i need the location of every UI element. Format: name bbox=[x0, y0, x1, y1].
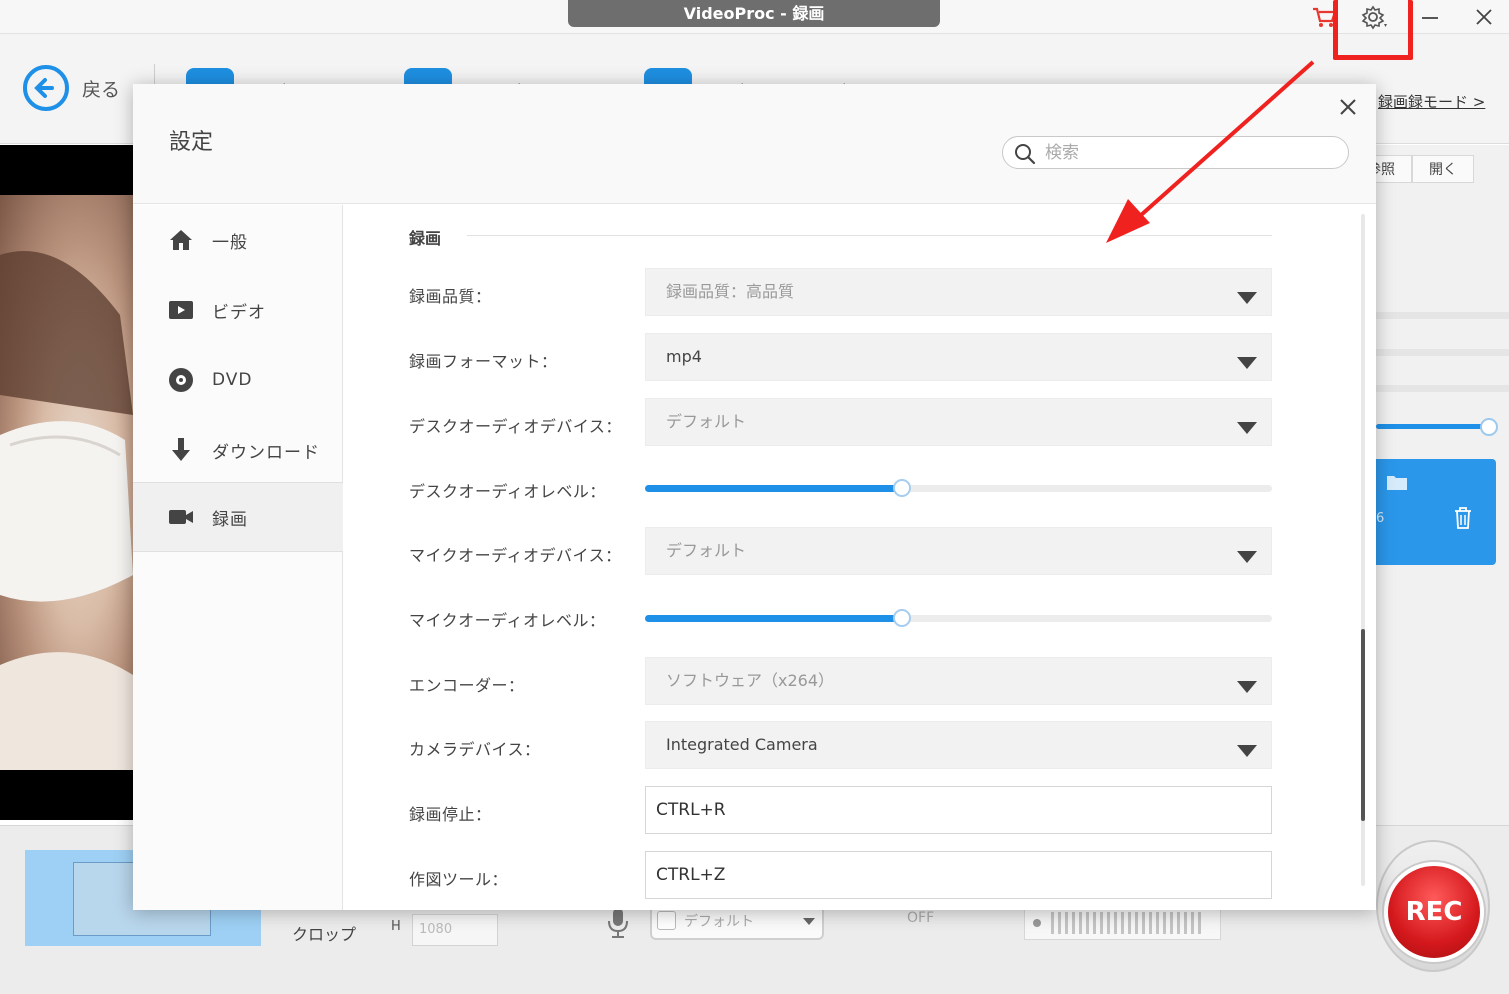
content-scrollbar[interactable] bbox=[1361, 214, 1365, 886]
chevron-down-icon[interactable] bbox=[803, 918, 815, 925]
video-icon bbox=[169, 301, 193, 319]
recording-mode-link[interactable]: 録画録モード > bbox=[1378, 91, 1485, 112]
back-arrow-icon bbox=[23, 65, 69, 111]
dialog-title: 設定 bbox=[169, 130, 214, 155]
panel-bar bbox=[1376, 349, 1509, 356]
close-window-icon[interactable] bbox=[1470, 4, 1498, 30]
desk-audio-device-label: デスクオーディオデバイス： bbox=[409, 417, 622, 436]
dialog-header: 設定 bbox=[133, 84, 1376, 204]
mic-audio-device-value: デフォルト bbox=[666, 541, 747, 560]
sidebar-item-label: ビデオ bbox=[212, 302, 266, 323]
scrollbar-thumb[interactable] bbox=[1361, 629, 1365, 821]
search-input[interactable] bbox=[1045, 141, 1335, 165]
sidebar-item-label: 一般 bbox=[212, 232, 248, 253]
format-value: mp4 bbox=[666, 347, 702, 366]
back-label: 戻る bbox=[82, 78, 121, 101]
chevron-down-icon bbox=[1237, 681, 1257, 693]
slider-fill bbox=[645, 615, 903, 622]
preview-image bbox=[0, 195, 133, 770]
mic-audio-level-label: マイクオーディオレベル： bbox=[409, 611, 606, 630]
toggle-off-label[interactable]: OFF bbox=[907, 910, 934, 926]
panel-slider-knob[interactable] bbox=[1480, 418, 1498, 436]
home-icon bbox=[170, 230, 192, 250]
back-button[interactable]: 戻る bbox=[22, 64, 120, 112]
rec-button[interactable]: REC bbox=[1384, 862, 1484, 962]
panel-slider[interactable] bbox=[1376, 424, 1488, 429]
audio-level-meter bbox=[1024, 906, 1221, 940]
chevron-down-icon bbox=[1237, 422, 1257, 434]
microphone-icon[interactable] bbox=[604, 906, 632, 940]
sidebar-item-recording[interactable]: 録画 bbox=[133, 482, 343, 552]
folder-icon[interactable] bbox=[1386, 473, 1408, 491]
desk-audio-device-select[interactable]: デフォルト bbox=[645, 398, 1272, 446]
sidebar-item-label: 録画 bbox=[212, 509, 248, 530]
recording-file-card[interactable]: 6 bbox=[1376, 459, 1496, 565]
chevron-down-icon bbox=[1237, 357, 1257, 369]
section-title: 録画 bbox=[409, 229, 442, 248]
desk-audio-level-label: デスクオーディオレベル： bbox=[409, 482, 606, 501]
height-input[interactable]: 1080 bbox=[412, 914, 498, 946]
sidebar-item-general[interactable]: 一般 bbox=[133, 205, 343, 275]
dvd-icon bbox=[169, 368, 193, 392]
draw-tool-hotkey-field[interactable]: CTRL+Z bbox=[645, 851, 1272, 899]
encoder-label: エンコーダー： bbox=[409, 676, 525, 695]
sidebar-item-download[interactable]: ダウンロード bbox=[133, 415, 343, 485]
sidebar-item-dvd[interactable]: DVD bbox=[133, 345, 343, 415]
format-select[interactable]: mp4 bbox=[645, 333, 1272, 381]
encoder-select[interactable]: ソフトウェア（x264） bbox=[645, 657, 1272, 705]
search-icon bbox=[1015, 144, 1036, 165]
minimize-icon[interactable] bbox=[1416, 4, 1444, 30]
desk-audio-level-slider[interactable] bbox=[645, 479, 1272, 497]
height-label: H bbox=[391, 919, 401, 934]
stop-recording-label: 録画停止： bbox=[409, 805, 492, 824]
settings-sidebar: 一般 ビデオ DVD ダウンロード 録画 bbox=[133, 205, 343, 910]
chevron-down-icon bbox=[1237, 551, 1257, 563]
window-title: VideoProc - 録画 bbox=[568, 0, 940, 27]
close-icon[interactable] bbox=[1333, 92, 1363, 122]
camera-device-label: カメラデバイス： bbox=[409, 740, 541, 759]
chevron-down-icon bbox=[1237, 292, 1257, 304]
panel-bar bbox=[1376, 385, 1509, 392]
sidebar-item-video[interactable]: ビデオ bbox=[133, 275, 343, 345]
download-icon bbox=[172, 438, 190, 461]
quality-value: 録画品質：高品質 bbox=[666, 282, 795, 301]
slider-knob[interactable] bbox=[893, 609, 912, 627]
open-button[interactable]: 開く bbox=[1412, 155, 1474, 183]
slider-fill bbox=[645, 485, 903, 492]
crop-label[interactable]: クロップ bbox=[292, 921, 356, 945]
slider-knob[interactable] bbox=[893, 479, 912, 497]
stop-recording-hotkey-field[interactable]: CTRL+R bbox=[645, 786, 1272, 834]
search-box[interactable] bbox=[1002, 136, 1349, 169]
sidebar-item-label: ダウンロード bbox=[212, 442, 320, 463]
camera-device-value: Integrated Camera bbox=[666, 735, 818, 754]
camera-preview bbox=[0, 145, 133, 820]
mic-audio-device-label: マイクオーディオデバイス： bbox=[409, 546, 622, 565]
quality-label: 録画品質： bbox=[409, 287, 492, 306]
section-divider bbox=[467, 235, 1272, 236]
trash-icon[interactable] bbox=[1452, 506, 1474, 530]
camera-icon bbox=[169, 510, 193, 524]
person-image bbox=[0, 251, 133, 770]
mic-enable-checkbox[interactable] bbox=[657, 911, 676, 930]
quality-select[interactable]: 録画品質：高品質 bbox=[645, 268, 1272, 316]
highlight-box bbox=[1333, 0, 1413, 60]
camera-device-select[interactable]: Integrated Camera bbox=[645, 721, 1272, 769]
format-label: 録画フォーマット： bbox=[409, 352, 558, 371]
desk-audio-device-value: デフォルト bbox=[666, 412, 747, 431]
mic-audio-device-select[interactable]: デフォルト bbox=[645, 527, 1272, 575]
mic-audio-level-slider[interactable] bbox=[645, 609, 1272, 627]
card-text: 6 bbox=[1376, 511, 1385, 526]
settings-content: 録画 録画品質： 録画品質：高品質 録画フォーマット： mp4 デスクオーディオ… bbox=[344, 205, 1376, 910]
level-bars bbox=[1033, 912, 1201, 934]
draw-tool-label: 作図ツール： bbox=[409, 870, 509, 889]
encoder-value: ソフトウェア（x264） bbox=[666, 671, 835, 690]
chevron-down-icon bbox=[1237, 745, 1257, 757]
title-bar: VideoProc - 録画 bbox=[0, 0, 1509, 34]
settings-dialog: 設定 一般 ビデオ bbox=[133, 84, 1376, 910]
right-panel: 参照 開く 6 bbox=[1350, 145, 1509, 825]
sidebar-item-label: DVD bbox=[212, 370, 253, 390]
panel-bar bbox=[1376, 312, 1509, 319]
